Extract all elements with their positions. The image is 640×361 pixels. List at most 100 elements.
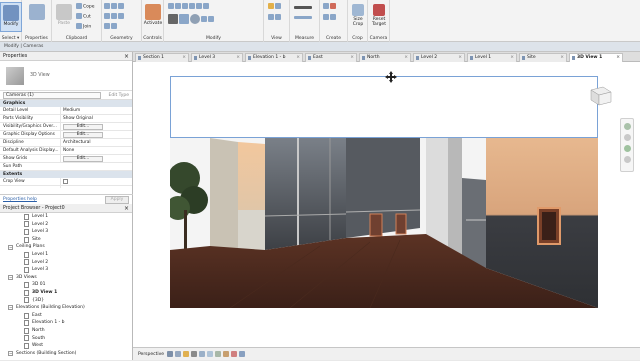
collapse-toggle-icon[interactable]: − [8,244,13,250]
crop-view-checkbox[interactable] [63,179,68,184]
edit-type-button[interactable]: Edit Type [109,91,129,100]
nav-wheel-button[interactable] [623,123,631,130]
measure-tools[interactable] [294,5,313,12]
measure-tools-2[interactable] [294,15,313,22]
geometry-tool-3[interactable] [104,23,118,30]
show-grids-edit-button[interactable]: Edit... [63,156,103,162]
view-tools-2[interactable] [268,14,282,21]
show-crop-icon[interactable] [215,351,221,357]
close-icon[interactable]: × [124,204,129,213]
browser-view-item[interactable]: Elevation 1 - b [0,319,132,327]
graphic-display-edit-button[interactable]: Edit... [63,132,103,138]
browser-view-item[interactable]: 3D View 1 [0,289,132,297]
geometry-tool-1[interactable] [104,3,125,10]
create-tools-2[interactable] [323,14,337,21]
detail-level-value[interactable]: Medium [60,107,126,115]
modify-button[interactable]: Modify [0,2,22,32]
render-icon[interactable] [199,351,205,357]
sun-path-icon[interactable] [183,351,189,357]
navigation-wheel-icon[interactable] [620,118,634,172]
apply-button[interactable]: Apply [105,196,129,204]
modify-icon [3,5,19,21]
cope-button[interactable]: Cope [76,3,95,10]
browser-item-label: {3D} [32,297,45,303]
visual-style-icon[interactable] [175,351,181,357]
close-icon[interactable]: × [458,54,462,62]
browser-view-item[interactable]: East [0,312,132,320]
browser-view-item[interactable]: Level 2 [0,259,132,267]
crop-region[interactable] [170,71,598,138]
browser-view-item[interactable]: Level 3 [0,266,132,274]
prop-category-graphics[interactable]: Graphics [0,100,132,107]
vg-edit-button[interactable]: Edit... [63,124,103,130]
activate-button[interactable]: Activate [142,2,164,32]
browser-group[interactable]: −3D Views [0,274,132,282]
collapse-toggle-icon[interactable]: − [8,350,13,356]
modify-tools-row1[interactable] [168,3,210,10]
prop-category-extents[interactable]: Extents [0,171,132,178]
view-tab[interactable]: Level 2 × [413,53,465,62]
browser-view-item[interactable]: Level 1 [0,213,132,221]
view-page-icon [24,221,29,228]
view-tab[interactable]: Site × [519,53,567,62]
browser-view-item[interactable]: Level 3 [0,228,132,236]
nav-zoom-button[interactable] [623,134,631,141]
instance-filter-dropdown[interactable]: Cameras (1) [3,92,101,99]
close-icon[interactable]: × [350,54,354,62]
view-tab[interactable]: Elevation 1 - b × [245,53,303,62]
modify-tools-row2[interactable] [168,14,215,24]
crop-view-icon[interactable] [207,351,213,357]
size-crop-button[interactable]: Size Crop [348,2,368,32]
browser-view-item[interactable]: West [0,342,132,350]
browser-view-item[interactable]: South [0,335,132,343]
browser-group[interactable]: − Ceiling Plans [0,243,132,251]
lock-view-icon[interactable] [223,351,229,357]
paste-button[interactable]: Paste [53,2,75,32]
close-icon[interactable]: × [404,54,408,62]
view-cube-icon[interactable] [585,84,615,108]
close-icon[interactable]: × [510,54,514,62]
reveal-hidden-icon[interactable] [239,351,245,357]
close-icon[interactable]: × [236,54,240,62]
browser-view-item[interactable]: North [0,327,132,335]
browser-view-item[interactable]: Level 1 [0,251,132,259]
view-tab[interactable]: North × [359,53,411,62]
camera-group: Reset Target Camera [368,0,390,42]
cut-button[interactable]: Cut [76,13,91,20]
properties-button[interactable] [26,2,48,32]
view-tab[interactable]: Level 3 × [191,53,243,62]
browser-view-item[interactable]: {3D} [0,297,132,305]
create-tools[interactable] [323,3,337,10]
close-icon[interactable]: × [616,54,620,62]
join-button[interactable]: Join [76,23,91,30]
collapse-toggle-icon[interactable]: − [8,275,13,281]
view-tab[interactable]: Level 1 × [467,53,517,62]
type-selector[interactable]: 3D View [0,61,132,91]
shadows-icon[interactable] [191,351,197,357]
nav-pan-button[interactable] [623,156,631,163]
detail-level-icon[interactable] [167,351,173,357]
close-icon[interactable]: × [182,54,186,62]
view-tab[interactable]: 3D View 1 × [569,53,623,62]
reset-target-button[interactable]: Reset Target [368,2,390,32]
move-icon[interactable] [385,71,397,83]
parts-visibility-value[interactable]: Show Original [60,115,126,123]
nav-orbit-button[interactable] [623,145,631,152]
view-tools[interactable] [268,3,282,10]
browser-view-item[interactable]: 3D 01 [0,281,132,289]
geometry-tool-2[interactable] [104,13,125,20]
browser-group[interactable]: − Sections (Building Section) [0,350,132,358]
discipline-value[interactable]: Architectural [60,139,126,147]
analysis-display-value[interactable]: None [60,147,126,155]
view-tab[interactable]: East × [305,53,357,62]
view-canvas[interactable] [133,62,640,347]
collapse-toggle-icon[interactable]: − [8,305,13,311]
close-icon[interactable]: × [560,54,564,62]
close-icon[interactable]: × [296,54,300,62]
browser-view-item[interactable]: Site [0,236,132,244]
close-icon[interactable]: × [124,52,129,61]
hide-isolate-icon[interactable] [231,351,237,357]
view-tab[interactable]: Section 1 × [135,53,189,62]
browser-group[interactable]: − Elevations (Building Elevation) [0,304,132,312]
browser-view-item[interactable]: Level 2 [0,221,132,229]
